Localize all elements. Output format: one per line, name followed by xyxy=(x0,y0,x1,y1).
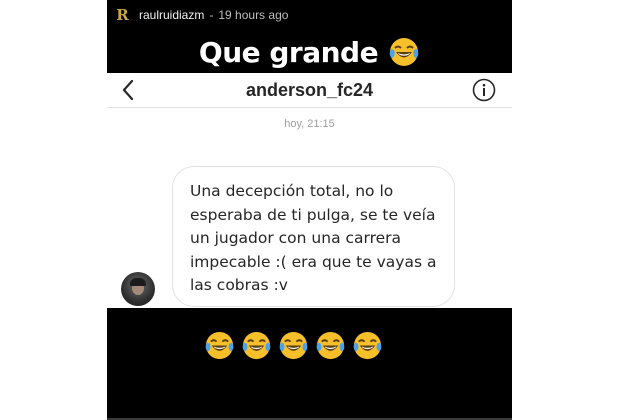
avatar-hair xyxy=(130,278,146,286)
laughing-tears-emoji-icon xyxy=(279,331,308,360)
story-username[interactable]: raulruidiazm xyxy=(139,8,204,22)
caption-text: Que grande xyxy=(198,35,379,69)
info-icon[interactable] xyxy=(472,78,496,102)
story-time: 19 hours ago xyxy=(218,8,289,22)
story-header: R raulruidiazm - 19 hours ago xyxy=(107,0,512,30)
emoji-row xyxy=(204,330,389,361)
profile-avatar[interactable]: R xyxy=(114,6,131,25)
thread-title[interactable]: anderson_fc24 xyxy=(107,73,512,107)
laughing-tears-emoji-icon xyxy=(389,38,419,66)
laughing-tears-emoji-icon xyxy=(353,331,382,360)
dm-screenshot: anderson_fc24 hoy, 21:15 Una decepción t… xyxy=(107,73,512,308)
dm-top-bar: anderson_fc24 xyxy=(107,73,512,108)
message-bubble[interactable]: Una decepción total, no lo esperaba de t… xyxy=(172,166,455,307)
message-text: Una decepción total, no lo esperaba de t… xyxy=(190,182,437,294)
laughing-tears-emoji-icon xyxy=(242,331,271,360)
sender-avatar[interactable] xyxy=(121,272,155,306)
laughing-tears-emoji-icon xyxy=(316,331,345,360)
story-caption: Que grande xyxy=(107,32,512,72)
story-frame: R raulruidiazm - 19 hours ago Que grande… xyxy=(107,0,512,420)
message-timestamp: hoy, 21:15 xyxy=(284,118,335,130)
laughing-tears-emoji-icon xyxy=(205,331,234,360)
header-separator: - xyxy=(209,8,214,22)
